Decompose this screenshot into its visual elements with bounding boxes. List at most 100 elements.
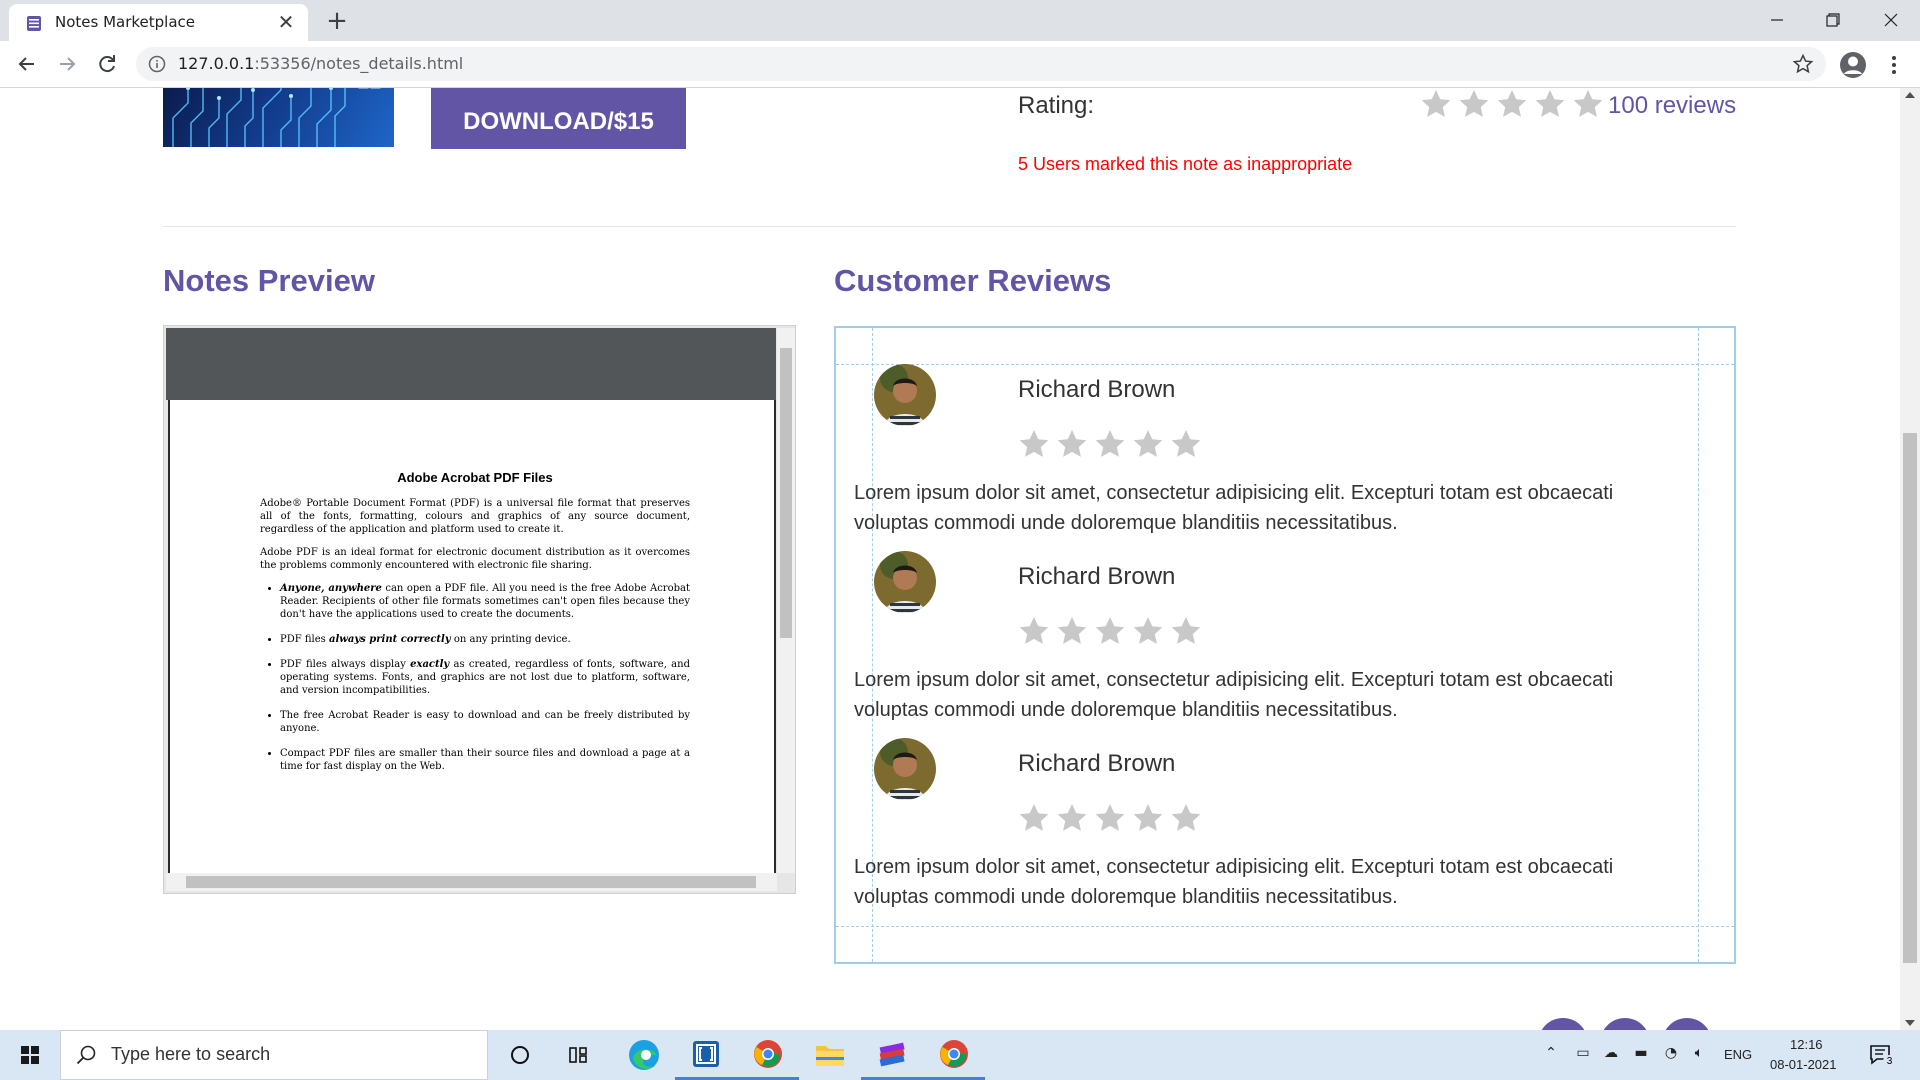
- reviewer-name: Richard Brown: [1018, 563, 1176, 590]
- meet-now-icon[interactable]: ▭: [1572, 1045, 1594, 1065]
- battery-icon[interactable]: ▬: [1630, 1045, 1652, 1065]
- cortana-icon[interactable]: [489, 1030, 551, 1080]
- scroll-down-arrow-icon[interactable]: [1905, 1020, 1915, 1026]
- star-icon: [1421, 90, 1451, 117]
- clock-date[interactable]: 08-01-2021: [1770, 1057, 1837, 1072]
- chrome-icon-secondary[interactable]: [923, 1030, 985, 1080]
- close-tab-icon[interactable]: ✕: [274, 10, 298, 34]
- review-stars: [1018, 615, 1202, 647]
- review-item: Richard Brown Lorem ipsum dolor sit amet…: [836, 738, 1734, 925]
- onedrive-icon[interactable]: ☁: [1600, 1045, 1622, 1065]
- code-editor-icon[interactable]: [675, 1030, 737, 1080]
- layout-guide: [836, 926, 1734, 927]
- url-text[interactable]: 127.0.0.1:53356/notes_details.html: [178, 54, 463, 73]
- url-path: :53356/notes_details.html: [254, 54, 464, 73]
- pdf-bullet: PDF files always display exactly as crea…: [280, 658, 690, 697]
- reviewer-avatar: [874, 738, 936, 800]
- star-icon: [1171, 430, 1201, 457]
- taskbar-search-input[interactable]: Type here to search: [60, 1030, 488, 1080]
- pdf-horizontal-scroll-thumb[interactable]: [186, 876, 756, 888]
- file-explorer-icon[interactable]: [799, 1030, 861, 1080]
- star-icon: [1057, 617, 1087, 644]
- reviews-count-link[interactable]: 100 reviews: [1608, 92, 1736, 120]
- review-stars: [1018, 802, 1202, 834]
- pdf-vertical-scroll-thumb[interactable]: [780, 348, 792, 638]
- inappropriate-notice: 5 Users marked this note as inappropriat…: [1018, 154, 1353, 174]
- close-window-icon[interactable]: [1866, 2, 1916, 38]
- browser-tab-bar: Notes Marketplace ✕ +: [0, 0, 1920, 41]
- pdf-preview-frame[interactable]: Adobe Acrobat PDF Files Adobe® Portable …: [163, 325, 796, 894]
- page-viewport: DOWNLOAD/$15 Rating: 100 reviews 5 Users…: [0, 88, 1920, 1030]
- chrome-icon[interactable]: [737, 1030, 799, 1080]
- browser-toolbar: 127.0.0.1:53356/notes_details.html: [0, 41, 1920, 88]
- section-divider: [163, 226, 1736, 227]
- pdf-page: Adobe Acrobat PDF Files Adobe® Portable …: [168, 400, 776, 873]
- star-icon: [1057, 430, 1087, 457]
- page-scroll-thumb[interactable]: [1903, 433, 1917, 963]
- new-tab-icon[interactable]: +: [322, 7, 352, 35]
- review-item: Richard Brown Lorem ipsum dolor sit amet…: [836, 551, 1734, 738]
- star-icon: [1133, 804, 1163, 831]
- star-icon: [1019, 430, 1049, 457]
- pdf-bullet: Compact PDF files are smaller than their…: [280, 747, 690, 773]
- star-icon: [1057, 804, 1087, 831]
- windows-start-icon[interactable]: [0, 1030, 60, 1080]
- forward-arrow-icon[interactable]: [52, 49, 82, 79]
- reviewer-name: Richard Brown: [1018, 750, 1176, 777]
- scroll-up-arrow-icon[interactable]: [1905, 92, 1915, 98]
- notification-center-icon[interactable]: 3: [1868, 1042, 1896, 1068]
- download-button[interactable]: DOWNLOAD/$15: [431, 88, 686, 149]
- note-thumbnail: [163, 88, 394, 147]
- star-icon: [1019, 617, 1049, 644]
- url-host: 127.0.0.1: [178, 54, 255, 73]
- bookmark-star-icon[interactable]: [1792, 53, 1814, 75]
- volume-icon[interactable]: 🔈︎: [1688, 1045, 1710, 1065]
- page-vertical-scrollbar[interactable]: [1900, 88, 1920, 1030]
- footer-social-button[interactable]: [1600, 1018, 1650, 1030]
- pdf-document: Adobe Acrobat PDF Files Adobe® Portable …: [260, 470, 690, 785]
- reviewer-avatar: [874, 364, 936, 426]
- rating-stars: [1420, 88, 1604, 124]
- clock-time[interactable]: 12:16: [1790, 1037, 1823, 1052]
- address-bar[interactable]: 127.0.0.1:53356/notes_details.html: [136, 47, 1826, 81]
- review-text: Lorem ipsum dolor sit amet, consectetur …: [854, 482, 1614, 534]
- windows-taskbar: Type here to search ⌃ ▭ ☁ ▬ ◔ 🔈︎ ENG 12:…: [0, 1030, 1920, 1080]
- pdf-bullet: The free Acrobat Reader is easy to downl…: [280, 709, 690, 735]
- edge-browser-icon[interactable]: [613, 1030, 675, 1080]
- pdf-horizontal-scrollbar[interactable]: [166, 873, 777, 891]
- search-icon: [76, 1045, 96, 1065]
- wifi-icon[interactable]: ◔: [1660, 1045, 1682, 1065]
- back-arrow-icon[interactable]: [12, 49, 42, 79]
- star-icon: [1497, 90, 1527, 117]
- task-view-icon[interactable]: [549, 1030, 611, 1080]
- reload-icon[interactable]: [92, 49, 122, 79]
- pdf-heading: Adobe Acrobat PDF Files: [397, 470, 553, 485]
- pdf-paragraph: Adobe® Portable Document Format (PDF) is…: [260, 498, 690, 535]
- star-icon: [1171, 617, 1201, 644]
- reviewer-name: Richard Brown: [1018, 376, 1176, 403]
- language-indicator[interactable]: ENG: [1724, 1047, 1752, 1062]
- browser-tab[interactable]: Notes Marketplace ✕: [9, 4, 308, 41]
- review-item: Richard Brown Lorem ipsum dolor sit amet…: [836, 364, 1734, 551]
- restore-icon[interactable]: [1808, 2, 1858, 38]
- star-icon: [1019, 804, 1049, 831]
- footer-social-button[interactable]: [1662, 1018, 1712, 1030]
- winrar-icon[interactable]: [861, 1030, 923, 1080]
- review-text: Lorem ipsum dolor sit amet, consectetur …: [854, 669, 1614, 721]
- minimize-icon[interactable]: [1752, 2, 1802, 38]
- review-stars: [1018, 428, 1202, 460]
- pdf-vertical-scrollbar[interactable]: [777, 328, 795, 873]
- star-icon: [1095, 430, 1125, 457]
- star-icon: [1171, 804, 1201, 831]
- star-icon: [1133, 617, 1163, 644]
- star-icon: [1573, 90, 1603, 117]
- customer-reviews-box: Richard Brown Lorem ipsum dolor sit amet…: [834, 326, 1736, 964]
- pdf-paragraph: Adobe PDF is an ideal format for electro…: [260, 547, 690, 571]
- footer-social-button[interactable]: [1538, 1018, 1588, 1030]
- show-hidden-icons-icon[interactable]: ⌃: [1540, 1045, 1562, 1065]
- browser-menu-icon[interactable]: [1882, 51, 1906, 79]
- star-icon: [1459, 90, 1489, 117]
- site-info-icon[interactable]: [148, 55, 166, 73]
- profile-avatar-icon[interactable]: [1838, 50, 1868, 80]
- customer-reviews-title: Customer Reviews: [834, 263, 1112, 298]
